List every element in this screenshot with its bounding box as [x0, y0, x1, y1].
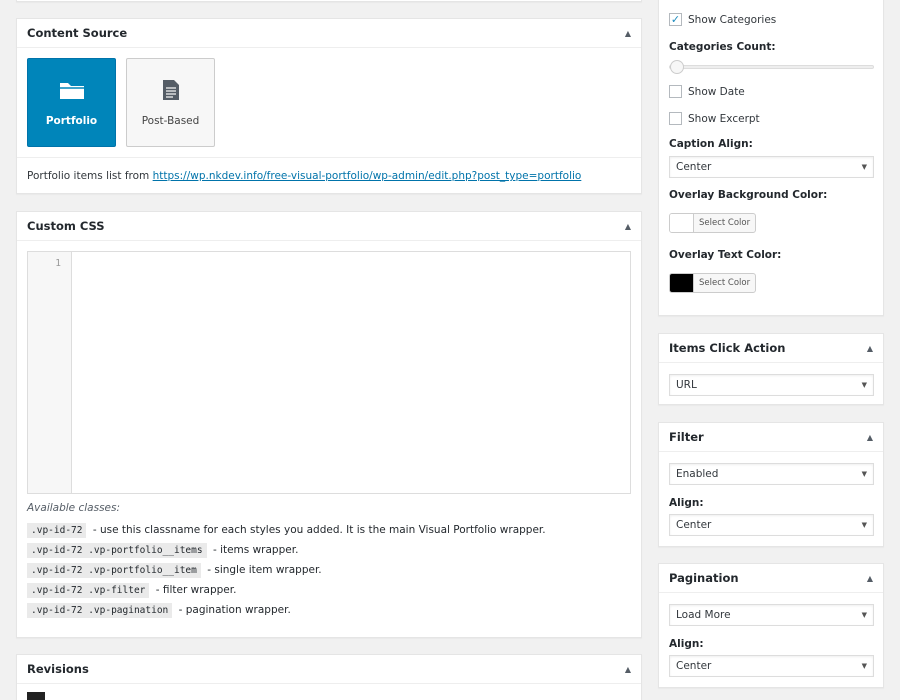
- filter-align-label: Align:: [669, 497, 704, 509]
- filter-align-value: Center: [676, 519, 712, 531]
- source-info-text: Portfolio items list from: [27, 170, 153, 182]
- collapse-arrow-icon[interactable]: ▲: [867, 574, 873, 583]
- collapse-arrow-icon[interactable]: ▲: [625, 665, 631, 674]
- source-option-post-based[interactable]: Post-Based: [126, 58, 215, 147]
- custom-css-panel: Custom CSS ▲ 1 Available classes: .vp-id…: [16, 211, 642, 638]
- overlay-bg-swatch: [670, 214, 694, 232]
- items-click-action-header[interactable]: Items Click Action ▲: [659, 334, 883, 363]
- collapse-arrow-icon[interactable]: ▲: [867, 433, 873, 442]
- items-click-action-title: Items Click Action: [669, 341, 786, 355]
- custom-css-title: Custom CSS: [27, 219, 105, 233]
- pagination-header[interactable]: Pagination ▲: [659, 564, 883, 593]
- pagination-align-value: Center: [676, 660, 712, 672]
- filter-value: Enabled: [676, 468, 719, 480]
- content-source-header[interactable]: Content Source ▲: [17, 19, 641, 48]
- filter-select[interactable]: Enabled ▼: [669, 463, 874, 485]
- pagination-align-select[interactable]: Center ▼: [669, 655, 874, 677]
- items-click-action-panel: Items Click Action ▲ URL ▼: [658, 333, 884, 405]
- chevron-down-icon: ▼: [861, 470, 867, 478]
- select-color-label: Select Color: [699, 218, 751, 228]
- class-code: .vp-id-72 .vp-portfolio__items: [27, 543, 207, 558]
- overlay-bg-label: Overlay Background Color:: [669, 189, 828, 201]
- class-code: .vp-id-72 .vp-pagination: [27, 603, 173, 618]
- pagination-title: Pagination: [669, 571, 739, 585]
- custom-css-header[interactable]: Custom CSS ▲: [17, 212, 641, 241]
- pagination-select[interactable]: Load More ▼: [669, 604, 874, 626]
- overlay-bg-color-button[interactable]: Select Color: [669, 213, 757, 233]
- items-click-action-select[interactable]: URL ▼: [669, 374, 874, 396]
- pagination-value: Load More: [676, 609, 731, 621]
- filter-header[interactable]: Filter ▲: [659, 423, 883, 452]
- layout-options-panel: ✓ Show Categories Categories Count: Show…: [658, 0, 884, 316]
- show-date-label: Show Date: [688, 85, 745, 98]
- filter-align-select[interactable]: Center ▼: [669, 514, 874, 536]
- chevron-down-icon: ▼: [861, 611, 867, 619]
- caption-align-value: Center: [676, 161, 712, 173]
- show-categories-checkbox[interactable]: ✓: [669, 13, 682, 26]
- class-row: .vp-id-72 - use this classname for each …: [27, 523, 631, 538]
- class-desc: - pagination wrapper.: [178, 604, 291, 616]
- show-excerpt-row[interactable]: Show Excerpt: [669, 112, 760, 125]
- show-categories-label: Show Categories: [688, 13, 777, 26]
- content-source-title: Content Source: [27, 26, 128, 40]
- class-row: .vp-id-72 .vp-portfolio__items - items w…: [27, 543, 631, 558]
- overlay-text-color-button[interactable]: Select Color: [669, 273, 757, 293]
- categories-count-label: Categories Count:: [669, 41, 776, 53]
- collapse-arrow-icon[interactable]: ▲: [867, 344, 873, 353]
- show-date-checkbox[interactable]: [669, 85, 682, 98]
- folder-icon: [59, 82, 84, 99]
- slider-handle[interactable]: [670, 60, 684, 74]
- source-option-portfolio[interactable]: Portfolio: [27, 58, 116, 147]
- revisions-title: Revisions: [27, 662, 89, 676]
- class-code: .vp-id-72 .vp-filter: [27, 583, 150, 598]
- content-source-panel: Content Source ▲ Portfolio Post-Based Po…: [16, 18, 642, 194]
- class-code: .vp-id-72 .vp-portfolio__item: [27, 563, 201, 578]
- class-row: .vp-id-72 .vp-portfolio__item - single i…: [27, 563, 631, 578]
- show-excerpt-label: Show Excerpt: [688, 112, 760, 125]
- show-date-row[interactable]: Show Date: [669, 85, 745, 98]
- available-classes-caption: Available classes:: [27, 502, 121, 514]
- class-desc: - filter wrapper.: [155, 584, 237, 596]
- select-color-label: Select Color: [699, 278, 751, 288]
- caption-align-select[interactable]: Center ▼: [669, 156, 874, 178]
- pagination-align-label: Align:: [669, 638, 704, 650]
- chevron-down-icon: ▼: [861, 662, 867, 670]
- show-excerpt-checkbox[interactable]: [669, 112, 682, 125]
- show-categories-row[interactable]: ✓ Show Categories: [669, 13, 776, 26]
- chevron-down-icon: ▼: [861, 521, 867, 529]
- class-row: .vp-id-72 .vp-pagination - pagination wr…: [27, 603, 631, 618]
- previous-box-bottom: [16, 0, 642, 2]
- chevron-down-icon: ▼: [861, 163, 867, 171]
- revisions-header[interactable]: Revisions ▲: [17, 655, 641, 684]
- chevron-down-icon: ▼: [861, 381, 867, 389]
- filter-panel: Filter ▲ Enabled ▼ Align: Center ▼: [658, 422, 884, 547]
- source-option-label: Portfolio: [45, 114, 98, 127]
- class-code: .vp-id-72: [27, 523, 87, 538]
- pagination-panel: Pagination ▲ Load More ▼ Align: Center ▼: [658, 563, 884, 688]
- css-code-editor[interactable]: 1: [27, 251, 631, 494]
- caption-align-label: Caption Align:: [669, 138, 753, 150]
- line-number: 1: [55, 258, 61, 269]
- overlay-text-label: Overlay Text Color:: [669, 249, 782, 261]
- overlay-text-swatch: [670, 274, 694, 292]
- document-icon: [162, 79, 179, 100]
- class-desc: - use this classname for each styles you…: [92, 524, 546, 536]
- categories-count-slider[interactable]: [669, 60, 874, 74]
- collapse-arrow-icon[interactable]: ▲: [625, 29, 631, 38]
- items-click-action-value: URL: [676, 379, 697, 391]
- editor-gutter: 1: [28, 252, 72, 493]
- source-option-label: Post-Based: [141, 114, 200, 127]
- revisions-panel: Revisions ▲: [16, 654, 642, 700]
- class-desc: - single item wrapper.: [207, 564, 322, 576]
- class-row: .vp-id-72 .vp-filter - filter wrapper.: [27, 583, 631, 598]
- collapse-arrow-icon[interactable]: ▲: [625, 222, 631, 231]
- portfolio-items-link[interactable]: https://wp.nkdev.info/free-visual-portfo…: [153, 170, 582, 182]
- filter-title: Filter: [669, 430, 704, 444]
- revision-avatar: [27, 692, 45, 700]
- class-desc: - items wrapper.: [212, 544, 299, 556]
